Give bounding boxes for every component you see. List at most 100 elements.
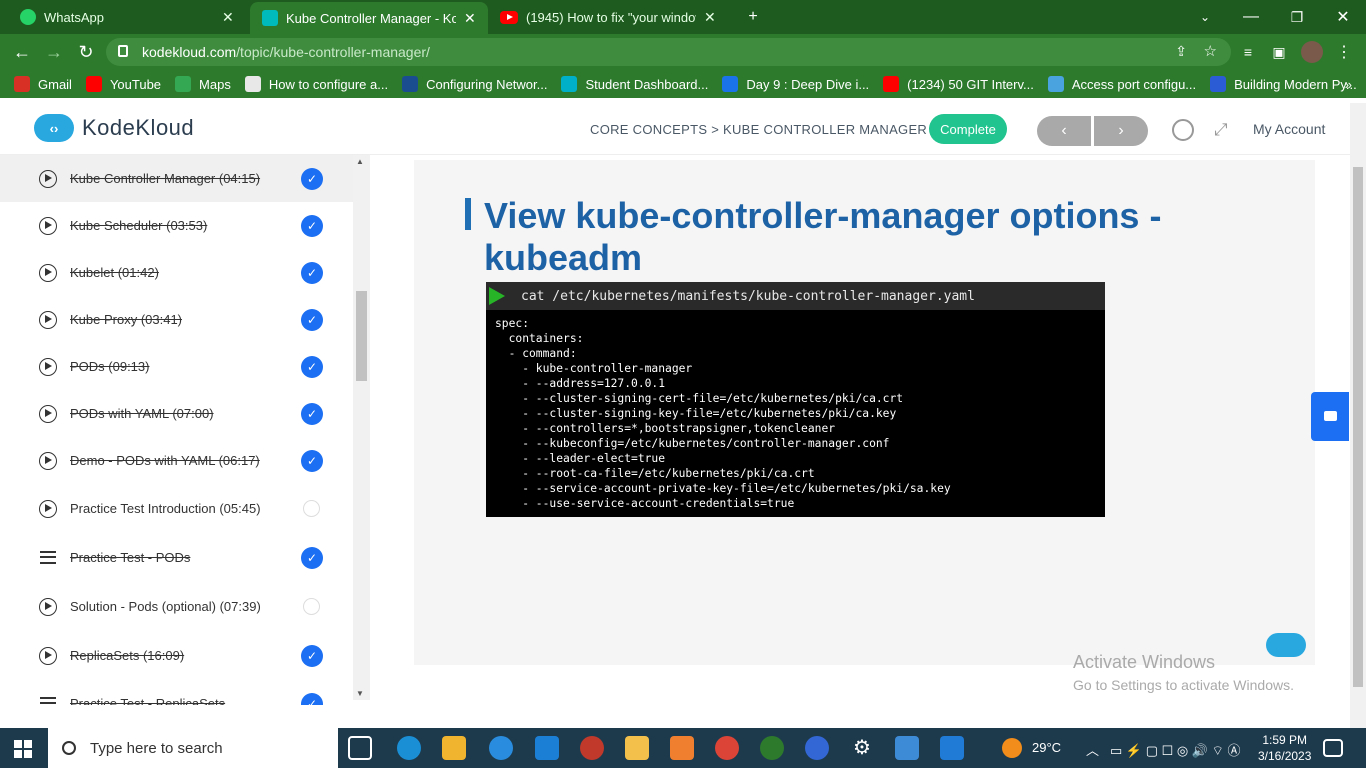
url-input[interactable]: kodekloud.com/topic/kube-controller-mana… [106,38,1231,66]
clock-time: 1:59 PM [1262,733,1308,747]
lesson-item[interactable]: Solution - Pods (optional) (07:39) [0,582,353,631]
play-icon [39,451,57,470]
browser-tab-strip: WhatsApp ✕ Kube Controller Manager - Kod… [0,0,1366,34]
document-icon [40,697,56,705]
chrome-profile-icon[interactable] [760,736,784,760]
bookmarks-bar: Gmail YouTube Maps How to configure a...… [0,70,1366,98]
minimize-button[interactable]: — [1228,0,1274,34]
chrome-icon[interactable] [715,736,739,760]
lesson-item[interactable]: ReplicaSets (16:09) ✓ [0,631,353,680]
file-explorer-icon[interactable] [625,736,649,760]
lesson-item[interactable]: Kube Scheduler (03:53) ✓ [0,202,353,249]
bookmark-youtube[interactable]: YouTube [85,76,161,92]
bookmark-label: Access port configu... [1071,76,1197,92]
lesson-item[interactable]: Practice Test - ReplicaSets ✓ [0,679,353,705]
gear-icon[interactable]: ⚙ [850,736,874,760]
page-scroll-thumb[interactable] [1353,167,1363,687]
logo[interactable]: ‹› KodeKloud [34,114,194,142]
lesson-item[interactable]: Kube Controller Manager (04:15) ✓ [0,155,353,202]
webex-icon[interactable] [489,736,513,760]
document-icon [40,551,56,564]
close-tab-icon[interactable]: ✕ [464,10,476,27]
scroll-down-icon[interactable]: ▼ [356,689,364,698]
lesson-label: Practice Test - ReplicaSets [70,696,226,705]
check-icon: ✓ [301,214,323,237]
lesson-item[interactable]: Kube Proxy (03:41) ✓ [0,296,353,343]
tab-youtube[interactable]: (1945) How to fix "your windows ✕ [488,0,728,34]
bookmark-modern-py[interactable]: Building Modern Py... [1210,76,1357,92]
dark-mode-icon[interactable] [1172,119,1194,141]
system-clock[interactable]: 1:59 PM 3/16/2023 [1258,732,1311,764]
tab-whatsapp[interactable]: WhatsApp ✕ [8,0,248,34]
settings-gear-app-icon[interactable] [670,736,694,760]
bookmark-student-dashboard[interactable]: Student Dashboard... [561,76,708,92]
side-panel-icon[interactable]: ▣ [1267,40,1291,64]
lesson-item[interactable]: PODs with YAML (07:00) ✓ [0,390,353,437]
watermark-line1: Activate Windows [1073,652,1216,672]
check-icon: ✓ [301,644,323,667]
back-icon[interactable]: ← [10,40,34,64]
prev-lesson-button[interactable]: ‹ [1037,116,1091,146]
weather-temp[interactable]: 29°C [1032,740,1061,755]
sidebar-scrollbar[interactable]: ▲ ▼ [353,155,370,700]
complete-button[interactable]: Complete [929,114,1007,144]
task-view-icon[interactable] [348,736,372,760]
scroll-up-icon[interactable]: ▲ [356,157,364,166]
lesson-item[interactable]: Demo - PODs with YAML (06:17) ✓ [0,437,353,484]
forward-icon[interactable]: → [42,40,66,64]
bookmark-gmail[interactable]: Gmail [14,76,72,92]
weather-sun-icon[interactable] [1002,738,1022,758]
search-placeholder: Type here to search [90,739,223,757]
check-icon: ✓ [301,402,323,425]
next-lesson-button[interactable]: › [1094,116,1148,146]
close-window-button[interactable]: ✕ [1320,0,1366,34]
mail-icon[interactable] [535,736,559,760]
sidebar-scroll-thumb[interactable] [356,291,367,381]
fullscreen-icon[interactable]: ⤢ [1214,120,1228,140]
lesson-label: Kube Scheduler (03:53) [70,218,208,233]
close-tab-icon[interactable]: ✕ [222,9,234,26]
bookmarks-overflow-icon[interactable]: » [1345,77,1352,92]
chat-button[interactable] [1311,392,1349,441]
bookmark-configure[interactable]: How to configure a... [244,76,388,92]
tray-icons[interactable]: ▭ ⚡ ▢ ☐ ◎ 🔊 ⌔ Ⓐ [1110,740,1240,759]
browser-menu-icon[interactable]: ⋮ [1332,40,1356,64]
my-account-link[interactable]: My Account [1253,121,1325,137]
notification-icon[interactable] [1323,739,1343,757]
play-icon [39,404,57,423]
chrome-profile-h-icon[interactable] [805,736,829,760]
new-tab-button[interactable]: + [730,0,776,34]
remote-desktop-icon[interactable] [895,736,919,760]
lesson-item[interactable]: Practice Test - PODs ✓ [0,533,353,582]
bookmark-networking[interactable]: Configuring Networ... [402,76,547,92]
restore-button[interactable]: ❐ [1274,0,1320,34]
lesson-item[interactable]: PODs (09:13) ✓ [0,343,353,390]
avatar[interactable] [1300,40,1324,64]
store-icon[interactable] [442,736,466,760]
tray-chevron-icon[interactable]: ︿ [1086,740,1099,759]
edge-icon[interactable] [397,736,421,760]
close-tab-icon[interactable]: ✕ [704,9,716,26]
tab-search-chevron-icon[interactable]: ⌄ [1182,0,1228,34]
reload-icon[interactable]: ↻ [74,40,98,64]
taskbar-search-input[interactable]: Type here to search [48,728,338,768]
share-icon[interactable]: ⇪ [1175,43,1187,60]
tab-kodekloud[interactable]: Kube Controller Manager - Kode ✕ [250,2,488,34]
video-player[interactable]: View kube-controller-manager options - k… [414,160,1315,665]
windows-start-icon[interactable] [14,740,32,758]
bookmark-git[interactable]: (1234) 50 GIT Interv... [883,76,1034,92]
lesson-item[interactable]: Practice Test Introduction (05:45) [0,484,353,533]
media-queue-icon[interactable]: ≡ [1236,40,1260,64]
swirl-app-icon[interactable] [580,736,604,760]
page-scrollbar[interactable] [1350,103,1366,728]
bookmark-label: Maps [199,76,231,92]
bookmark-star-icon[interactable]: ☆ [1204,42,1217,60]
check-icon: ✓ [301,167,323,190]
bookmark-access-port[interactable]: Access port configu... [1047,76,1197,92]
bookmark-day9[interactable]: Day 9 : Deep Dive i... [722,76,869,92]
bookmark-maps[interactable]: Maps [175,76,231,92]
lesson-label: Practice Test - PODs [70,550,191,565]
vscode-icon[interactable] [940,736,964,760]
lesson-item[interactable]: Kubelet (01:42) ✓ [0,249,353,296]
whatsapp-icon [20,9,36,25]
